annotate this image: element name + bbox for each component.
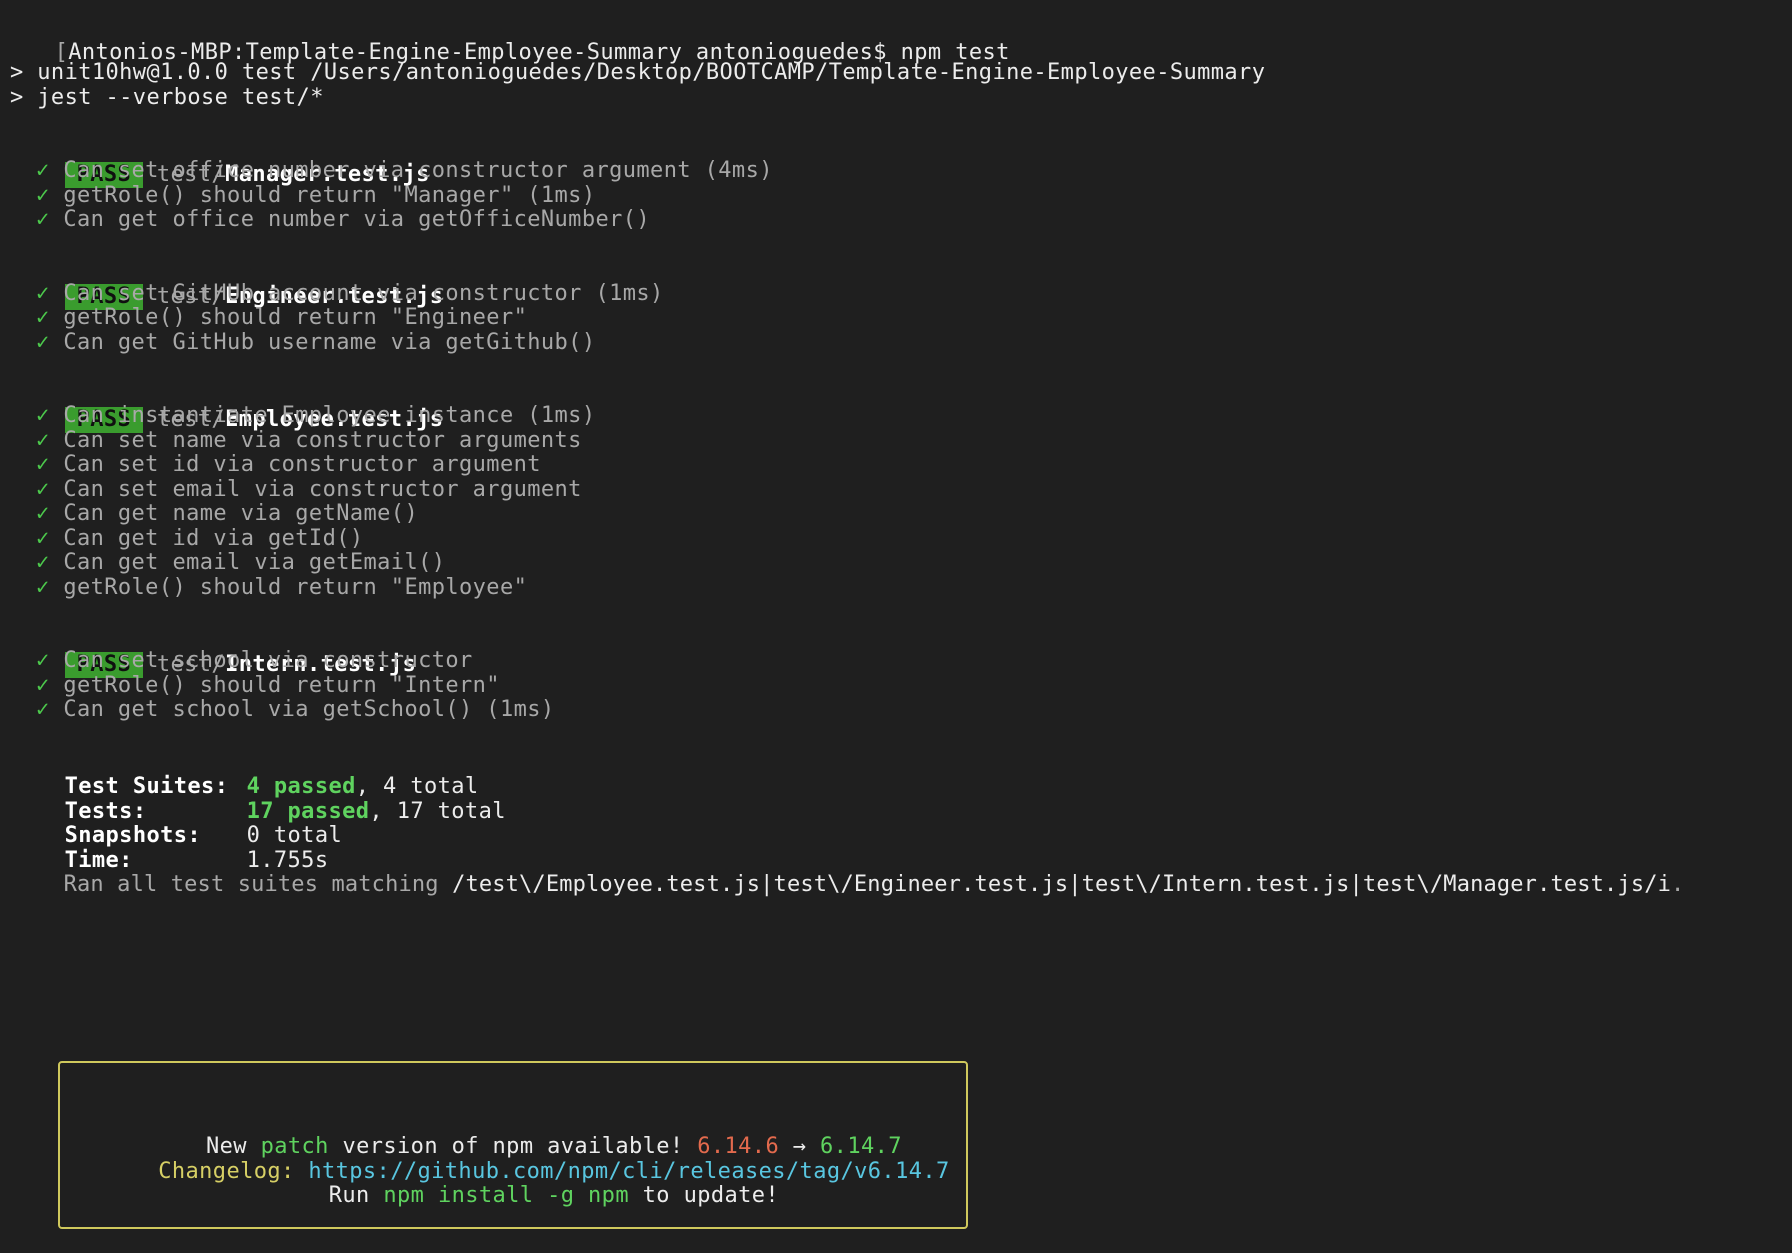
check-icon: ✓ [36,477,50,502]
ran-pattern: /test\/Employee.test.js|test\/Engineer.t… [452,872,1672,897]
check-icon: ✓ [36,158,50,183]
check-icon: ✓ [36,550,50,575]
prompt-line: [Antonios-MBP:Template-Engine-Employee-S… [0,11,1010,65]
test-name: Can set email via constructor argument [63,477,582,502]
test-result: ✓ Can get GitHub username via getGithub(… [36,329,595,357]
summary-total: , 17 total [369,799,506,824]
test-name: Can instantiate Employee instance (1ms) [63,403,596,428]
summary-suites: Test Suites: 4 passed, 4 total [10,745,479,799]
test-name: Can set id via constructor argument [63,452,541,477]
test-name: Can set school via constructor [63,648,473,673]
check-icon: ✓ [36,403,50,428]
test-name: Can get GitHub username via getGithub() [63,330,596,355]
check-icon: ✓ [36,305,50,330]
ran-suffix: . [1671,872,1685,897]
check-icon: ✓ [36,281,50,306]
test-name: Can get school via getSchool() (1ms) [63,697,555,722]
check-icon: ✓ [36,183,50,208]
check-icon: ✓ [36,697,50,722]
ran-all-line: Ran all test suites matching /test\/Empl… [10,843,1685,897]
check-icon: ✓ [36,673,50,698]
check-icon: ✓ [36,207,50,232]
script-line-1: > unit10hw@1.0.0 test /Users/antoniogued… [10,60,1266,85]
test-result: ✓ Can set id via constructor argument [36,451,541,479]
test-result: ✓ Can set school via constructor [36,647,473,675]
test-name: getRole() should return "Intern" [63,673,500,698]
test-name: Can set office number via constructor ar… [63,158,773,183]
test-result: ✓ Can instantiate Employee instance (1ms… [36,402,595,430]
ran-prefix: Ran all test suites matching [63,872,453,897]
test-name: Can get name via getName() [63,501,419,526]
test-name: Can get email via getEmail() [63,550,446,575]
test-result: ✓ getRole() should return "Engineer" [36,304,527,332]
test-result: ✓ Can set office number via constructor … [36,157,773,185]
test-name: Can get id via getId() [63,526,364,551]
check-icon: ✓ [36,428,50,453]
script-line-2: > jest --verbose test/* [10,85,324,110]
check-icon: ✓ [36,330,50,355]
check-icon: ✓ [36,575,50,600]
check-icon: ✓ [36,648,50,673]
test-name: Can set name via constructor arguments [63,428,582,453]
suite-header-engineer: PASS test/Engineer.test.js [10,255,443,310]
summary-snapshots: Snapshots: 0 total [10,794,342,848]
test-result: ✓ Can get office number via getOfficeNum… [36,206,650,234]
npm-update-notice: New patch version of npm available! 6.14… [58,1061,968,1229]
npm-run-text: Run [328,1183,384,1208]
check-icon: ✓ [36,526,50,551]
test-result: ✓ Can get email via getEmail() [36,549,445,577]
test-name: Can get office number via getOfficeNumbe… [63,207,651,232]
npm-new-version-line: New patch version of npm available! 6.14… [60,1105,966,1159]
terminal-window[interactable]: [Antonios-MBP:Template-Engine-Employee-S… [0,0,1792,1253]
check-icon: ✓ [36,501,50,526]
test-result: ✓ getRole() should return "Employee" [36,574,527,602]
test-name: getRole() should return "Engineer" [63,305,528,330]
test-name: getRole() should return "Manager" (1ms) [63,183,596,208]
npm-run-line: Run npm install -g npm to update! [60,1154,966,1208]
test-name: Can set GitHUb account via constructor (… [63,281,664,306]
test-name: getRole() should return "Employee" [63,575,528,600]
test-result: ✓ Can get name via getName() [36,500,418,528]
npm-update-text: to update! [628,1183,780,1208]
check-icon: ✓ [36,452,50,477]
test-result: ✓ Can get school via getSchool() (1ms) [36,696,555,724]
npm-install-command: npm install -g npm [383,1183,629,1208]
